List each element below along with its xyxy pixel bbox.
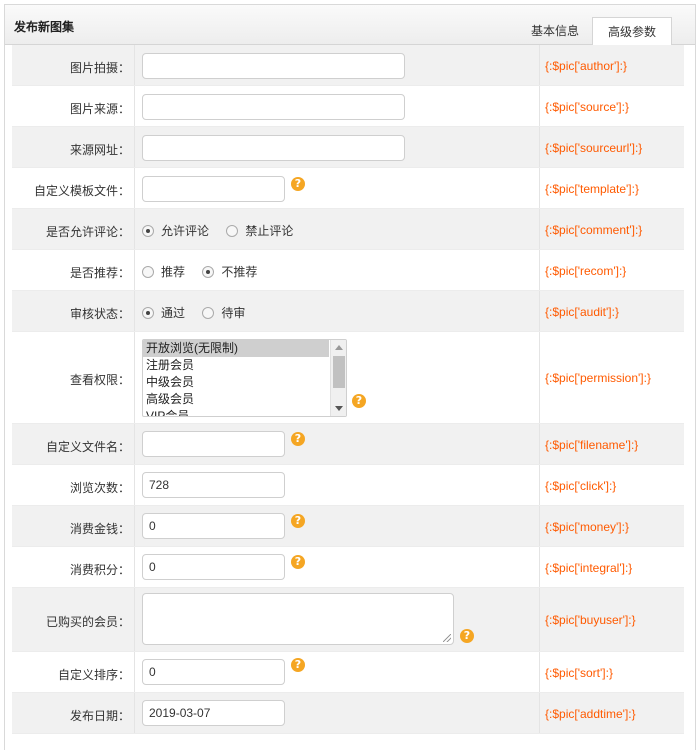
help-icon[interactable]: ? [291,658,305,672]
sort-label: 自定义排序： [57,668,130,682]
buyuser-textarea[interactable] [142,593,454,645]
integral-label: 消费积分： [69,563,130,577]
row-recom: 是否推荐： 推荐 不推荐 {:$pic['recom']:} [12,250,684,291]
integral-code: {:$pic['integral']:} [545,561,633,575]
row-permission: 查看权限： 开放浏览(无限制) 注册会员 中级会员 高级会员 VIP会员 ? {… [12,332,684,424]
author-input[interactable] [142,53,405,79]
sort-input[interactable]: 0 [142,659,285,685]
template-input[interactable] [142,176,285,202]
audit-pending-radio[interactable]: 待审 [202,304,245,321]
addtime-input[interactable]: 2019-03-07 [142,700,285,726]
help-icon[interactable]: ? [291,432,305,446]
page-title: 发布新图集 [14,20,75,34]
row-click: 浏览次数： 728 {:$pic['click']:} [12,465,684,506]
integral-input[interactable]: 0 [142,554,285,580]
permission-listbox[interactable]: 开放浏览(无限制) 注册会员 中级会员 高级会员 VIP会员 [142,339,347,417]
money-code: {:$pic['money']:} [545,520,629,534]
sourceurl-label: 来源网址： [69,143,130,157]
sourceurl-input[interactable] [142,135,405,161]
row-comment: 是否允许评论： 允许评论 禁止评论 {:$pic['comment']:} [12,209,684,250]
row-audit: 审核状态： 通过 待审 {:$pic['audit']:} [12,291,684,332]
help-icon[interactable]: ? [352,394,366,408]
recom-radio-group: 推荐 不推荐 [142,263,271,281]
comment-label: 是否允许评论： [45,225,130,239]
filename-label: 自定义文件名： [45,440,130,454]
click-label: 浏览次数： [69,481,130,495]
row-addtime: 发布日期： 2019-03-07 {:$pic['addtime']:} [12,693,684,734]
tab-basic-info[interactable]: 基本信息 [518,17,592,46]
permission-code: {:$pic['permission']:} [545,371,651,385]
audit-code: {:$pic['audit']:} [545,305,619,319]
row-integral: 消费积分： 0 ? {:$pic['integral']:} [12,547,684,588]
buyuser-code: {:$pic['buyuser']:} [545,613,636,627]
sort-code: {:$pic['sort']:} [545,666,613,680]
help-icon[interactable]: ? [460,629,474,643]
money-input[interactable]: 0 [142,513,285,539]
comment-deny-radio[interactable]: 禁止评论 [226,222,293,239]
row-sourceurl: 来源网址： {:$pic['sourceurl']:} [12,127,684,168]
row-buyuser: 已购买的会员： ? {:$pic['buyuser']:} [12,588,684,652]
template-code: {:$pic['template']:} [545,182,639,196]
source-input[interactable] [142,94,405,120]
scroll-up-icon[interactable] [335,345,343,350]
row-source: 图片来源： {:$pic['source']:} [12,86,684,127]
author-code: {:$pic['author']:} [545,59,627,73]
audit-label: 审核状态： [69,307,130,321]
money-label: 消费金钱： [69,522,130,536]
recom-yes-radio[interactable]: 推荐 [142,263,185,280]
buyuser-label: 已购买的会员： [45,615,130,629]
permission-option[interactable]: 开放浏览(无限制) [143,340,329,357]
filename-input[interactable] [142,431,285,457]
sourceurl-code: {:$pic['sourceurl']:} [545,141,643,155]
source-label: 图片来源： [69,102,130,116]
recom-label: 是否推荐： [69,266,130,280]
permission-label: 查看权限： [69,373,130,387]
addtime-code: {:$pic['addtime']:} [545,707,636,721]
scroll-down-icon[interactable] [335,406,343,411]
source-code: {:$pic['source']:} [545,100,629,114]
row-money: 消费金钱： 0 ? {:$pic['money']:} [12,506,684,547]
row-sort: 自定义排序： 0 ? {:$pic['sort']:} [12,652,684,693]
template-label: 自定义模板文件： [33,184,130,198]
author-label: 图片拍摄： [69,61,130,75]
comment-code: {:$pic['comment']:} [545,223,643,237]
scroll-thumb[interactable] [333,356,345,388]
permission-option[interactable]: 高级会员 [143,391,329,408]
help-icon[interactable]: ? [291,514,305,528]
audit-radio-group: 通过 待审 [142,304,259,322]
permission-option[interactable]: VIP会员 [143,408,329,416]
tab-advanced-params[interactable]: 高级参数 [592,17,672,46]
audit-pass-radio[interactable]: 通过 [142,304,185,321]
comment-radio-group: 允许评论 禁止评论 [142,222,307,240]
recom-code: {:$pic['recom']:} [545,264,627,278]
comment-allow-radio[interactable]: 允许评论 [142,222,209,239]
row-author: 图片拍摄： {:$pic['author']:} [12,45,684,86]
help-icon[interactable]: ? [291,555,305,569]
permission-option[interactable]: 中级会员 [143,374,329,391]
filename-code: {:$pic['filename']:} [545,438,639,452]
row-template: 自定义模板文件： ? {:$pic['template']:} [12,168,684,209]
resize-grip-icon[interactable] [443,634,451,642]
row-filename: 自定义文件名： ? {:$pic['filename']:} [12,424,684,465]
recom-no-radio[interactable]: 不推荐 [202,263,257,280]
permission-option[interactable]: 注册会员 [143,357,329,374]
addtime-label: 发布日期： [69,709,130,723]
panel-header: 发布新图集 基本信息 高级参数 [5,5,695,46]
help-icon[interactable]: ? [291,177,305,191]
form-rows: 图片拍摄： {:$pic['author']:} 图片来源： {:$pic['s… [12,45,684,734]
click-code: {:$pic['click']:} [545,479,617,493]
listbox-scrollbar[interactable] [330,340,346,416]
click-input[interactable]: 728 [142,472,285,498]
